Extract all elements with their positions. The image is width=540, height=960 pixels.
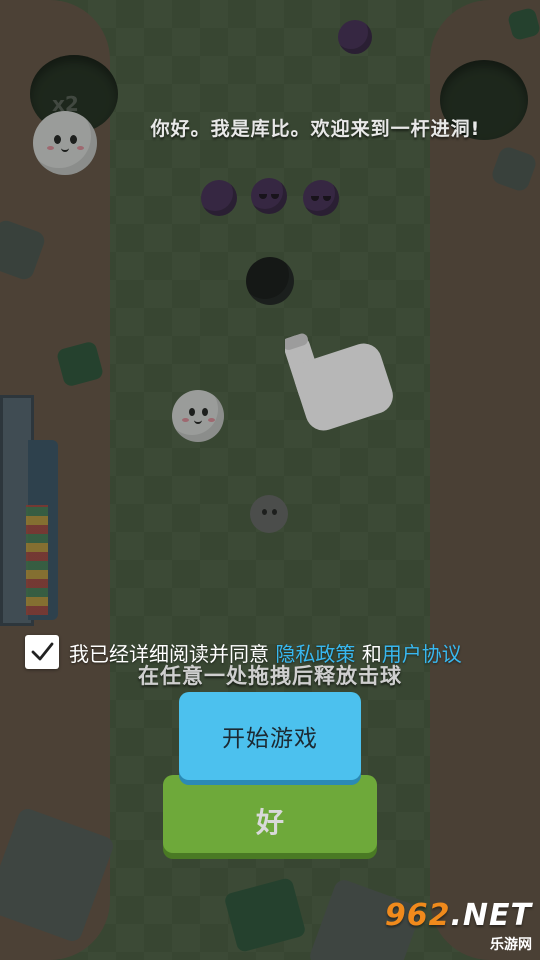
watermark-subtitle: 乐游网: [490, 937, 532, 953]
start-game-label: 开始游戏: [222, 726, 318, 752]
start-game-button[interactable]: 开始游戏: [179, 692, 361, 780]
watermark-brand: 962.NET: [385, 898, 532, 933]
agreement-prefix: 我已经详细阅读并同意: [69, 641, 276, 666]
agreement-text: 我已经详细阅读并同意 隐私政策 和用户协议: [69, 638, 462, 667]
watermark-suffix: .NET: [450, 898, 532, 933]
checkmark-icon: [31, 642, 54, 661]
mascot-speech-text: 你好。我是库比。欢迎来到一杆进洞!: [150, 118, 481, 140]
drag-hand-icon: [285, 333, 393, 431]
ok-button[interactable]: 好: [163, 775, 377, 853]
privacy-policy-link[interactable]: 隐私政策: [275, 642, 355, 666]
user-agreement-link[interactable]: 用户协议: [382, 642, 462, 666]
watermark-number: 962: [384, 898, 451, 933]
agreement-checkbox[interactable]: [25, 635, 59, 669]
site-watermark-logo: 962.NET 乐游网: [385, 898, 532, 954]
agreement-conjunction: 和: [355, 641, 382, 666]
ok-button-label: 好: [255, 806, 284, 839]
agreement-row: 我已经详细阅读并同意 隐私政策 和用户协议: [25, 634, 462, 670]
